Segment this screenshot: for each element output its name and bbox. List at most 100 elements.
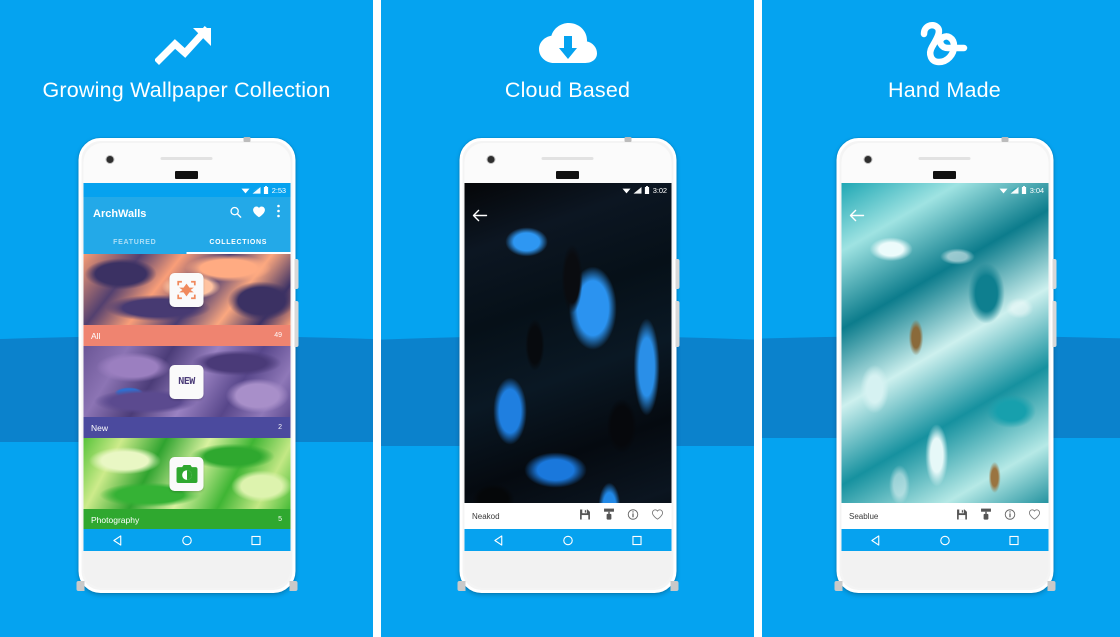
status-time: 3:04 xyxy=(1029,185,1044,195)
favorite-icon[interactable] xyxy=(1028,507,1040,525)
signal-icon xyxy=(1010,186,1019,194)
wallpaper-preview xyxy=(841,183,1048,551)
earpiece-speaker xyxy=(160,157,213,160)
overflow-menu-icon[interactable] xyxy=(276,204,280,223)
phone-bottom-tab-left xyxy=(76,581,84,591)
tab-featured[interactable]: FEATURED xyxy=(83,230,187,254)
cloud-download-icon xyxy=(381,14,754,76)
collection-count: 2 xyxy=(278,424,282,431)
panel-headline: Growing Wallpaper Collection xyxy=(42,78,331,102)
list-item[interactable]: Photography 5 xyxy=(83,438,290,530)
front-camera-icon xyxy=(863,155,872,164)
search-icon[interactable] xyxy=(229,205,241,223)
phone-mockup-3: 3:04 Seablue xyxy=(834,137,1056,593)
recents-nav-icon[interactable] xyxy=(1008,535,1019,546)
volume-button[interactable] xyxy=(675,301,679,347)
wallpaper-name: Neakod xyxy=(472,511,500,521)
list-item[interactable]: All 49 xyxy=(83,254,290,346)
trending-up-icon xyxy=(0,14,373,76)
panel-divider xyxy=(373,0,381,637)
collection-name: Photography xyxy=(91,514,140,525)
home-nav-icon[interactable] xyxy=(562,535,573,546)
android-nav-bar xyxy=(841,529,1048,551)
status-bar: 2:53 xyxy=(83,183,290,197)
panel-cloud-based: Cloud Based 3:02 Neakod xyxy=(381,0,754,637)
wallpaper-detail-bar: Neakod xyxy=(464,503,671,529)
status-time: 3:02 xyxy=(652,185,667,195)
back-nav-icon[interactable] xyxy=(870,534,881,546)
hand-drawn-squiggle-icon xyxy=(762,14,1120,76)
wallpaper-preview xyxy=(464,183,671,551)
collection-artwork: NEW xyxy=(83,346,290,417)
tab-collections[interactable]: COLLECTIONS xyxy=(186,230,291,254)
power-button[interactable] xyxy=(1052,259,1056,289)
heart-icon[interactable] xyxy=(252,205,265,223)
phone-top-bezel xyxy=(464,143,671,183)
wallpaper-detail-bar: Seablue xyxy=(841,503,1048,529)
back-nav-icon[interactable] xyxy=(493,534,504,546)
status-bar: 3:04 xyxy=(841,183,1048,197)
phone-mockup-2: 3:02 Neakod xyxy=(457,137,679,593)
panel-headline: Cloud Based xyxy=(504,78,631,102)
power-button[interactable] xyxy=(675,259,679,289)
list-item[interactable]: NEW New 2 xyxy=(83,346,290,438)
proximity-sensor xyxy=(933,171,956,179)
collection-name: All xyxy=(91,330,101,341)
collection-all-icon xyxy=(169,272,204,307)
collection-count: 5 xyxy=(278,516,282,523)
collection-artwork xyxy=(83,254,290,325)
volume-button[interactable] xyxy=(1052,301,1056,347)
favorite-icon[interactable] xyxy=(651,507,663,525)
phone-bottom-bezel xyxy=(83,551,290,588)
feature-graphic-stage: Growing Wallpaper Collection 2:53 ArchWa… xyxy=(0,0,1120,637)
phone-bottom-bezel xyxy=(464,551,671,588)
new-badge-icon: NEW xyxy=(169,364,204,399)
save-icon[interactable] xyxy=(956,507,967,525)
recents-nav-icon[interactable] xyxy=(250,535,261,546)
recents-nav-icon[interactable] xyxy=(631,535,642,546)
proximity-sensor xyxy=(556,171,579,179)
status-time: 2:53 xyxy=(271,185,286,195)
new-badge-text: NEW xyxy=(178,376,195,387)
phone-top-bezel xyxy=(83,143,290,183)
earpiece-speaker xyxy=(918,157,971,160)
phone-bottom-tab-right xyxy=(670,581,678,591)
phone-top-notch xyxy=(243,137,250,142)
tab-bar: FEATURED COLLECTIONS xyxy=(83,230,290,254)
save-icon[interactable] xyxy=(579,507,590,525)
phone-screen-2: 3:02 Neakod xyxy=(464,183,671,551)
phone-top-notch xyxy=(1001,137,1008,142)
collection-count: 49 xyxy=(274,332,282,339)
earpiece-speaker xyxy=(541,157,594,160)
panel-hand-made: Hand Made 3:04 Seablue xyxy=(762,0,1120,637)
front-camera-icon xyxy=(105,155,114,164)
phone-screen-1: 2:53 ArchWalls FEATURED COLLECTIONS All … xyxy=(83,183,290,551)
phone-bottom-tab-right xyxy=(289,581,297,591)
volume-button[interactable] xyxy=(294,301,298,347)
phone-bottom-tab-left xyxy=(834,581,842,591)
info-icon[interactable] xyxy=(627,507,638,525)
back-arrow-icon[interactable] xyxy=(849,209,864,227)
wifi-icon xyxy=(241,188,250,193)
collection-label-bar: All 49 xyxy=(83,325,290,346)
back-arrow-icon[interactable] xyxy=(472,209,487,227)
back-nav-icon[interactable] xyxy=(112,534,123,546)
apply-wallpaper-icon[interactable] xyxy=(980,507,991,525)
panel-divider xyxy=(754,0,762,637)
front-camera-icon xyxy=(486,155,495,164)
phone-top-notch xyxy=(624,137,631,142)
phone-bottom-bezel xyxy=(841,551,1048,588)
apply-wallpaper-icon[interactable] xyxy=(603,507,614,525)
camera-icon xyxy=(169,456,204,491)
signal-icon xyxy=(633,186,642,194)
battery-icon xyxy=(1022,186,1027,194)
collections-list: All 49 NEW New 2 Photography 5 xyxy=(83,254,290,536)
info-icon[interactable] xyxy=(1004,507,1015,525)
home-nav-icon[interactable] xyxy=(181,535,192,546)
power-button[interactable] xyxy=(294,259,298,289)
wifi-icon xyxy=(999,188,1008,193)
phone-top-bezel xyxy=(841,143,1048,183)
home-nav-icon[interactable] xyxy=(939,535,950,546)
collection-name: New xyxy=(91,422,109,433)
proximity-sensor xyxy=(175,171,198,179)
